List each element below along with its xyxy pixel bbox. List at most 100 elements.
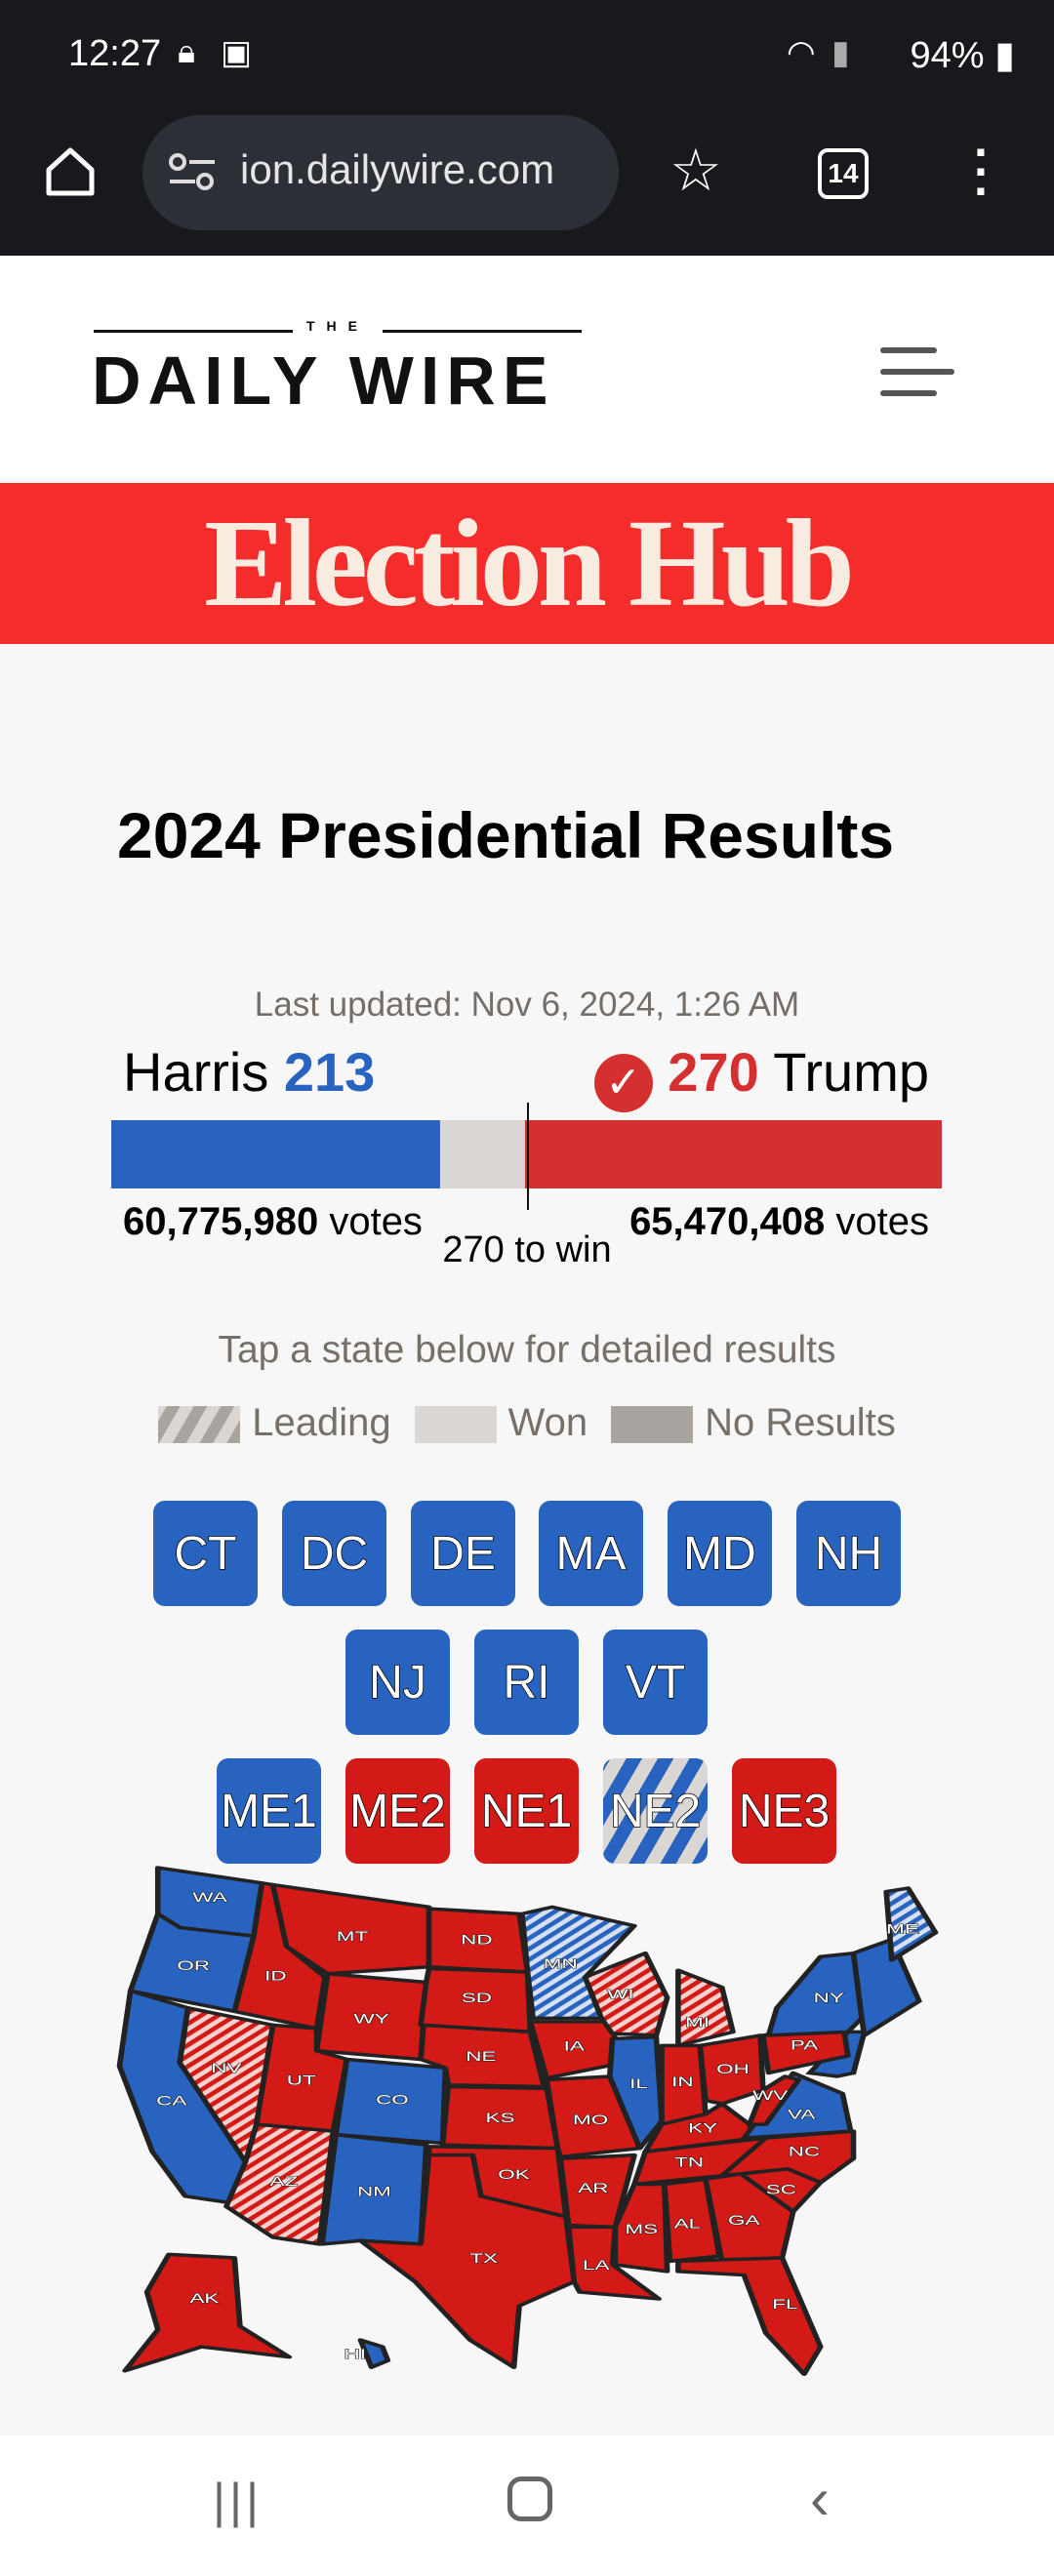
state-mi[interactable] [675, 1968, 736, 2048]
legend-no-results: No Results [611, 1401, 896, 1445]
state-label: WA [192, 1889, 227, 1905]
bar-trump [524, 1120, 942, 1188]
image-icon: ▣ [221, 34, 253, 71]
threshold-label: 270 to win [442, 1229, 612, 1270]
trump-header: ✓ 270 Trump [593, 1040, 929, 1112]
state-label: MT [337, 1928, 368, 1944]
battery-percent: 94% [910, 35, 985, 76]
state-button-md[interactable]: MD [668, 1501, 772, 1606]
state-button-nh[interactable]: NH [796, 1501, 901, 1606]
state-label: MS [625, 2221, 658, 2236]
state-label: KS [486, 2110, 515, 2125]
state-label: SD [462, 1990, 492, 2005]
trump-ev: 270 [668, 1041, 759, 1103]
state-label: MI [685, 2014, 709, 2030]
new-england-shape[interactable] [850, 1937, 922, 2039]
tab-switcher-button[interactable]: 14 [818, 148, 869, 199]
legend-label: Leading [252, 1401, 391, 1444]
state-label: MO [573, 2112, 608, 2127]
winner-check-icon: ✓ [593, 1054, 653, 1112]
state-label: OK [498, 2166, 530, 2182]
state-label: OR [177, 1957, 210, 1973]
state-label: NY [814, 1990, 845, 2005]
state-label: MN [544, 1955, 578, 1971]
last-updated: Last updated: Nov 6, 2024, 1:26 AM [254, 986, 800, 1024]
state-button-me1[interactable]: ME1 [217, 1758, 321, 1864]
state-button-ne3[interactable]: NE3 [732, 1758, 836, 1864]
state-label: IL [629, 2075, 648, 2091]
home-nav-icon[interactable] [507, 2476, 552, 2521]
state-label: AZ [269, 2173, 298, 2189]
url-text[interactable]: ion.dailywire.com [240, 146, 554, 193]
state-label: FL [772, 2296, 797, 2312]
state-label: AK [189, 2290, 220, 2306]
browser-chrome: 12:27 🔒︎ ▣ ◠ ▮ 94% ▮ ion.dailywire.com ☆… [0, 0, 1054, 256]
legend-leading: Leading [158, 1401, 391, 1445]
state-label: WI [607, 1987, 633, 2002]
state-label: GA [728, 2212, 760, 2228]
bar-harris [111, 1120, 440, 1188]
state-button-ne1[interactable]: NE1 [474, 1758, 579, 1864]
state-label: ND [461, 1932, 492, 1948]
state-label: TN [674, 2154, 704, 2170]
state-label: NE [466, 2048, 496, 2064]
legend: Leading Won No Results [0, 1401, 1054, 1445]
site-settings-icon[interactable] [168, 150, 217, 193]
signal-icon: ▮ [831, 34, 850, 71]
hamburger-menu-icon[interactable] [878, 343, 956, 402]
state-fl[interactable] [675, 2256, 824, 2376]
trump-name: Trump [773, 1041, 929, 1103]
state-label: NM [357, 2184, 391, 2199]
legend-won: Won [414, 1401, 588, 1445]
state-label: NC [789, 2144, 820, 2159]
banner-title: Election Hub [204, 494, 855, 632]
state-ak[interactable] [122, 2252, 293, 2373]
state-button-de[interactable]: DE [411, 1501, 515, 1606]
state-button-ri[interactable]: RI [474, 1630, 579, 1735]
state-label: WY [354, 2011, 390, 2027]
lock-icon: 🔒︎ [178, 33, 196, 70]
state-button-ne2[interactable]: NE2 [603, 1758, 708, 1864]
state-label: TX [469, 2250, 498, 2266]
home-icon[interactable] [43, 144, 98, 199]
state-label: PA [790, 2037, 819, 2053]
wifi-icon: ◠ [787, 34, 816, 71]
state-button-me2[interactable]: ME2 [345, 1758, 450, 1864]
state-button-ct[interactable]: CT [153, 1501, 258, 1606]
state-label: WV [752, 2087, 789, 2103]
state-label: SC [766, 2182, 796, 2197]
state-label: CO [376, 2092, 409, 2108]
back-icon[interactable]: ‹ [810, 2465, 830, 2532]
tap-hint: Tap a state below for detailed results [218, 1329, 836, 1371]
daily-wire-logo[interactable]: DAILY WIRE [92, 342, 555, 420]
state-label: VA [788, 2107, 816, 2122]
state-label: OH [716, 2061, 750, 2076]
state-button-dc[interactable]: DC [282, 1501, 386, 1606]
state-button-ma[interactable]: MA [539, 1501, 643, 1606]
us-map: WA OR CA NV ID MT WY UT AZ CO NM ND SD NE KS OK TX MN IA MO… [116, 1866, 939, 2376]
state-label: KY [688, 2120, 718, 2136]
state-label: IA [564, 2038, 586, 2054]
threshold-line [527, 1103, 530, 1210]
state-label: AR [578, 2180, 608, 2195]
harris-ev: 213 [283, 1041, 376, 1103]
battery-level: 94% ▮ [910, 35, 1015, 76]
state-label: IN [671, 2073, 693, 2089]
state-label: ID [264, 1968, 286, 1984]
android-nav-bar: ||| ‹ [0, 2435, 1054, 2576]
site-header: THE DAILY WIRE [0, 256, 1054, 483]
more-menu-icon[interactable]: · · · [974, 128, 991, 216]
state-button-nj[interactable]: NJ [345, 1630, 450, 1735]
state-label: NV [211, 2060, 242, 2075]
bookmark-star-icon[interactable]: ☆ [669, 137, 722, 205]
logo-the: THE [293, 318, 383, 334]
state-button-vt[interactable]: VT [603, 1630, 708, 1735]
status-time: 12:27 [68, 33, 162, 74]
page-title: 2024 Presidential Results [117, 799, 895, 871]
harris-header: Harris 213 [123, 1040, 375, 1104]
state-label: AL [674, 2216, 701, 2232]
url-bar[interactable]: ion.dailywire.com [142, 115, 619, 230]
harris-name: Harris [123, 1041, 269, 1103]
state-label: HI [345, 2346, 366, 2361]
recent-apps-icon[interactable]: ||| [213, 2473, 263, 2529]
